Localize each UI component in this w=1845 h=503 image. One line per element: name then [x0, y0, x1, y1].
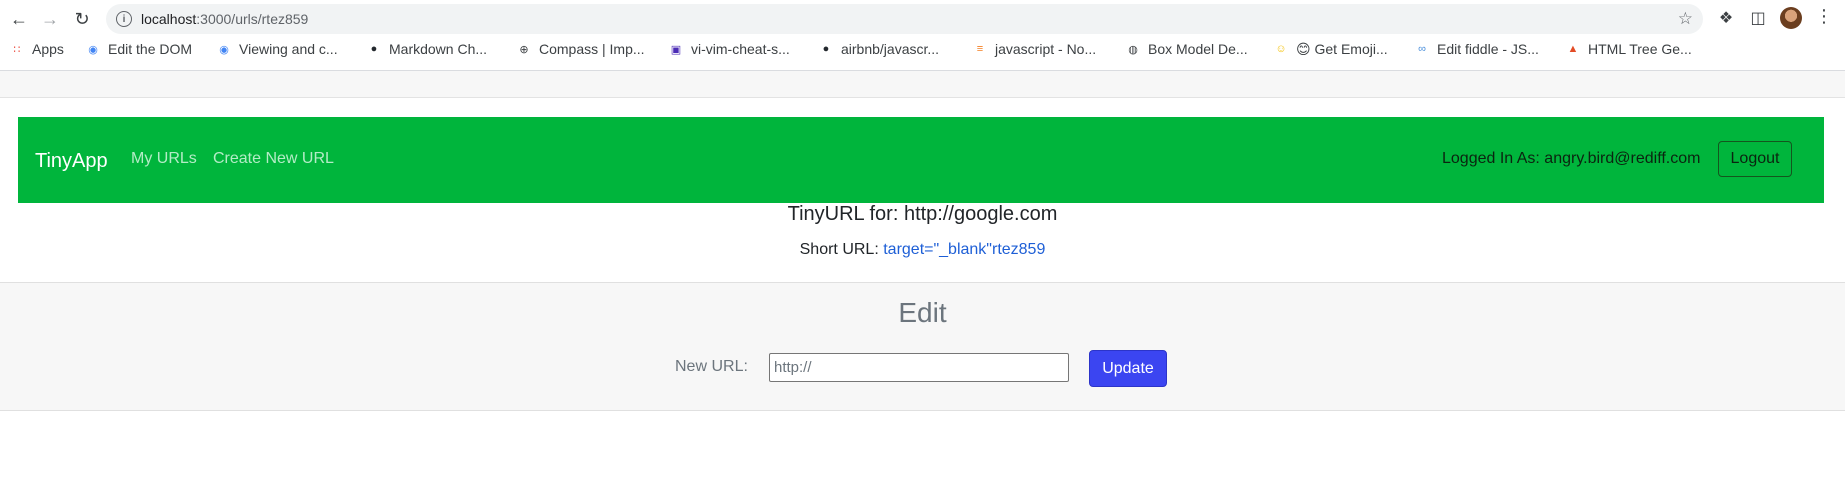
bookmark-item[interactable]: ≡ javascript - No... [973, 41, 1096, 57]
edit-section: Edit New URL: Update [0, 282, 1845, 411]
emoji-icon: ☺ [1275, 43, 1287, 55]
bookmark-item[interactable]: ▣ vi-vim-cheat-s... [669, 41, 790, 57]
nav-link-create-new-url[interactable]: Create New URL [213, 150, 334, 168]
bookmark-item[interactable]: ● Markdown Ch... [367, 41, 487, 57]
bookmark-label: Markdown Ch... [389, 41, 488, 57]
bookmark-label: Edit the DOM [108, 41, 193, 57]
navbar: TinyApp My URLs Create New URL Logged In… [18, 117, 1824, 203]
chrome-icon: ◉ [219, 43, 229, 56]
bookmark-label: vi-vim-cheat-s... [691, 41, 790, 57]
bookmark-item[interactable]: ◍ Box Model De... [1126, 41, 1248, 57]
logged-in-text: Logged In As: angry.bird@rediff.com [1442, 150, 1701, 167]
apps-grid-icon: ∷ [13, 43, 21, 56]
bookmark-item[interactable]: ☺ 😊 Get Emoji... [1274, 40, 1388, 58]
bookmarks-bar: ∷ Apps ◉ Edit the DOM ◉ Viewing and c... ● Mark… [0, 38, 1845, 60]
bookmark-label: airbnb/javascr... [841, 41, 940, 57]
extensions-puzzle-icon[interactable]: ❖ [1716, 8, 1736, 28]
chrome-icon: ◉ [88, 43, 98, 56]
bookmark-item[interactable]: ◉ Viewing and c... [217, 41, 338, 57]
jsfiddle-icon: ∞ [1418, 43, 1426, 55]
bookmark-label: HTML Tree Ge... [1588, 41, 1692, 57]
brand-link[interactable]: TinyApp [35, 150, 108, 173]
forward-arrow-icon[interactable]: → [38, 7, 62, 31]
update-button[interactable]: Update [1089, 350, 1167, 387]
nav-link-my-urls[interactable]: My URLs [131, 150, 197, 168]
bookmark-item[interactable]: ∷ Apps [10, 41, 64, 57]
new-url-input[interactable] [769, 353, 1069, 382]
logout-button[interactable]: Logout [1718, 141, 1792, 177]
stackoverflow-icon: ≡ [976, 43, 984, 55]
short-url-line: Short URL: target="_blank"rtez859 [0, 241, 1845, 259]
back-arrow-icon[interactable]: ← [7, 7, 31, 31]
edit-heading: Edit [898, 297, 947, 328]
side-panel-icon[interactable]: ◫ [1748, 8, 1768, 28]
github-icon: ● [370, 43, 378, 55]
page-top-strip [0, 71, 1845, 98]
site-info-icon[interactable]: i [116, 11, 132, 27]
url-host: localhost [141, 11, 197, 27]
tree-icon: ▲ [1567, 43, 1579, 55]
reload-icon[interactable]: ↻ [70, 7, 94, 31]
profile-avatar[interactable] [1780, 7, 1802, 29]
github-icon: ● [822, 43, 830, 55]
bookmark-label: Apps [32, 41, 64, 57]
compass-icon: ⊕ [519, 43, 529, 56]
more-menu-icon[interactable]: ⋮ [1815, 6, 1833, 27]
short-url-label: Short URL: [799, 241, 879, 258]
browser-chrome: ← → ↻ i localhost:3000/urls/rtez859 ☆ ❖ … [0, 0, 1845, 60]
tinyurl-title: TinyURL for: http://google.com [787, 203, 1058, 225]
vim-icon: ▣ [670, 43, 682, 56]
bookmark-item[interactable]: ▲ HTML Tree Ge... [1566, 41, 1692, 57]
bookmark-label: Box Model De... [1148, 41, 1248, 57]
globe-icon: ◍ [1128, 43, 1138, 56]
bookmark-label: Viewing and c... [239, 41, 338, 57]
bookmark-label: javascript - No... [995, 41, 1097, 57]
bookmark-label: 😊 Get Emoji... [1296, 40, 1388, 57]
address-bar-url: localhost:3000/urls/rtez859 [141, 11, 308, 27]
address-bar[interactable]: i localhost:3000/urls/rtez859 ☆ [106, 4, 1703, 34]
bookmark-item[interactable]: ● airbnb/javascr... [819, 41, 939, 57]
url-path: :3000/urls/rtez859 [196, 11, 309, 27]
new-url-label: New URL: [675, 358, 748, 375]
bookmark-label: Edit fiddle - JS... [1437, 41, 1539, 57]
bookmark-item[interactable]: ∞ Edit fiddle - JS... [1415, 41, 1539, 57]
bookmark-label: Compass | Imp... [539, 41, 645, 57]
short-url-link[interactable]: target="_blank"rtez859 [883, 241, 1045, 258]
bookmark-item[interactable]: ◉ Edit the DOM [86, 41, 192, 57]
bookmark-star-icon[interactable]: ☆ [1678, 9, 1693, 29]
bookmark-item[interactable]: ⊕ Compass | Imp... [517, 41, 645, 57]
